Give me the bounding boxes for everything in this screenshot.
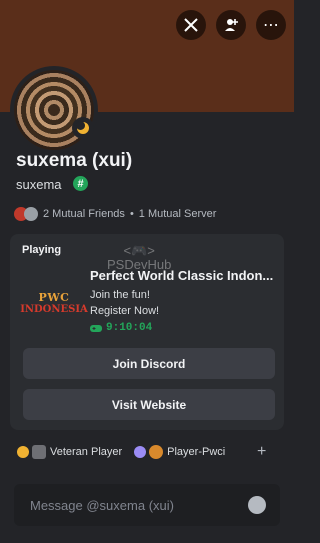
game-art-line1: PWC — [38, 290, 70, 304]
controller-icon: <🎮> — [123, 243, 155, 258]
role-icon — [149, 445, 164, 459]
elapsed-time: 9:10:04 — [106, 322, 153, 334]
emoji-icon[interactable] — [248, 496, 266, 514]
display-name: suxema (xui) — [16, 150, 133, 171]
more-label: ⋯ — [263, 17, 279, 34]
hashtag-glyph: # — [77, 177, 84, 190]
badge-label: Player-Pwci — [167, 446, 226, 458]
more-icon[interactable]: ⋯ — [256, 10, 286, 40]
elapsed-timer: 9:10:04 — [90, 322, 152, 334]
badge-label: Veteran Player — [50, 446, 123, 458]
badge-player-pwci[interactable]: Player-Pwci — [134, 445, 225, 459]
mutual-info: 2 Mutual Friends • 1 Mutual Server — [14, 207, 216, 221]
add-role-button[interactable]: + — [257, 443, 266, 461]
idle-status-icon — [72, 117, 94, 139]
mutual-servers-link[interactable]: 1 Mutual Server — [139, 208, 217, 220]
join-discord-button[interactable]: Join Discord — [23, 348, 275, 379]
game-art-line2: INDONESIA — [20, 303, 88, 315]
mutual-friend-avatar[interactable] — [24, 207, 38, 221]
avatar-frame — [10, 66, 98, 154]
message-box — [14, 484, 280, 526]
username: suxema — [16, 177, 62, 192]
role-dot-icon — [134, 446, 147, 458]
visit-website-button[interactable]: Visit Website — [23, 389, 275, 420]
badge-veteran-player[interactable]: Veteran Player — [17, 445, 122, 459]
gamepad-icon — [90, 324, 102, 332]
activity-heading: Playing — [22, 244, 62, 256]
badges-row: Veteran Player Player-Pwci — [17, 445, 237, 459]
mutual-friends-link[interactable]: 2 Mutual Friends — [43, 208, 125, 220]
role-dot-icon — [17, 446, 29, 458]
activity-card: Playing <🎮> PSDevHub PWC INDONESIA Perfe… — [10, 234, 284, 430]
game-art: PWC INDONESIA — [20, 272, 88, 334]
add-friend-icon[interactable] — [216, 10, 246, 40]
role-icon — [32, 445, 46, 459]
message-input[interactable] — [28, 496, 242, 514]
swords-icon[interactable] — [176, 10, 206, 40]
activity-details: Join the fun! — [90, 289, 150, 301]
hashtag-badge-icon[interactable]: # — [73, 176, 88, 191]
game-title: Perfect World Classic Indon... — [90, 268, 274, 283]
separator-dot: • — [129, 208, 134, 220]
activity-state: Register Now! — [90, 305, 160, 317]
